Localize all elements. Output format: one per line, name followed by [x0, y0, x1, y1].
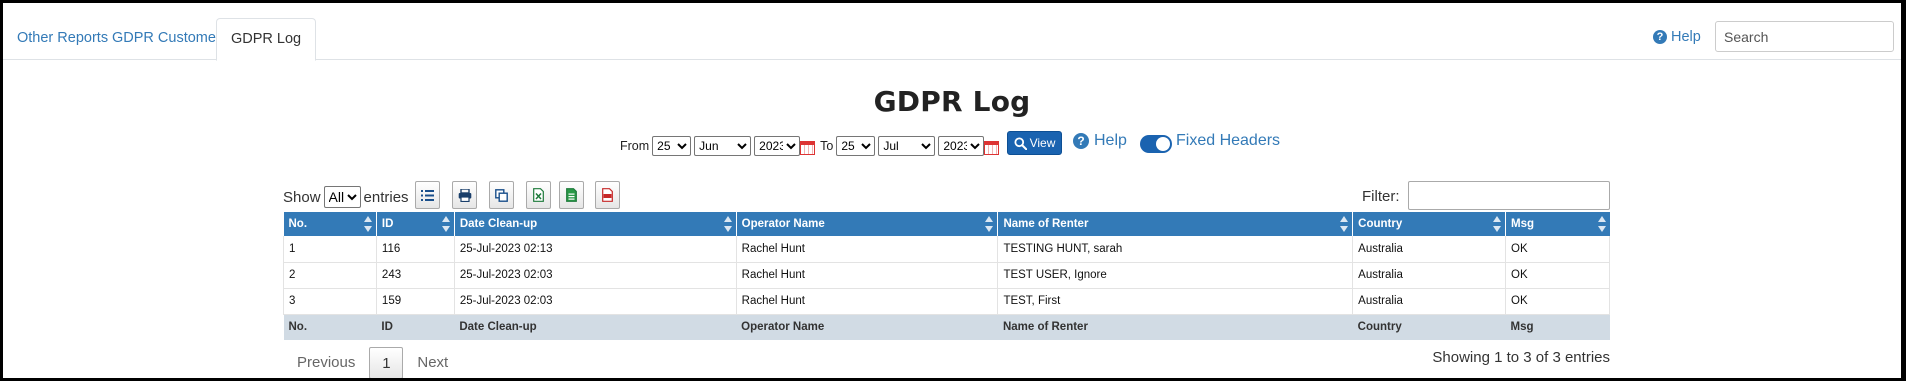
cell-country: Australia — [1352, 236, 1507, 263]
footer-id: ID — [376, 314, 455, 340]
from-year-select[interactable]: 2023 — [754, 136, 801, 156]
footer-no: No. — [283, 314, 377, 340]
cell-id: 116 — [376, 236, 455, 263]
entries-select[interactable]: All — [323, 186, 361, 208]
entries-info: Showing 1 to 3 of 3 entries — [1432, 349, 1610, 366]
from-calendar-icon[interactable] — [800, 141, 816, 155]
cell-no: 3 — [283, 288, 377, 315]
sort-icon — [723, 216, 732, 232]
table-row: 1 116 25-Jul-2023 02:13 Rachel Hunt TEST… — [283, 236, 1610, 263]
col-header-country[interactable]: Country — [1352, 212, 1507, 236]
export-pdf-button[interactable] — [595, 181, 620, 209]
col-header-name-of-renter[interactable]: Name of Renter — [997, 212, 1354, 236]
cell-name-of-renter: TEST USER, Ignore — [997, 262, 1354, 289]
col-header-msg[interactable]: Msg — [1505, 212, 1610, 236]
tab-gdpr-log[interactable]: GDPR Log — [216, 18, 317, 61]
table-row: 3 159 25-Jul-2023 02:03 Rachel Hunt TEST… — [283, 288, 1610, 315]
show-entries: Show All entries — [283, 183, 409, 211]
entries-label: entries — [363, 188, 409, 206]
previous-page-button[interactable]: Previous — [283, 347, 369, 378]
print-button[interactable] — [452, 181, 477, 209]
footer-operator-name: Operator Name — [736, 314, 998, 340]
filter-input[interactable] — [1408, 181, 1610, 210]
page-title: GDPR Log — [873, 85, 1031, 118]
filter-label: Filter: — [1362, 188, 1400, 205]
column-visibility-button[interactable] — [415, 181, 440, 209]
to-label: To — [820, 139, 834, 153]
view-button[interactable]: View — [1007, 131, 1062, 155]
cell-no: 1 — [283, 236, 377, 263]
col-header-operator-name[interactable]: Operator Name — [736, 212, 999, 236]
help-icon: ? — [1073, 133, 1089, 149]
cell-name-of-renter: TESTING HUNT, sarah — [997, 236, 1354, 263]
toggle-knob — [1156, 137, 1170, 151]
help-link-report[interactable]: ? Help — [1073, 132, 1127, 150]
footer-date-clean-up: Date Clean-up — [454, 314, 737, 340]
col-header-date-clean-up[interactable]: Date Clean-up — [454, 212, 737, 236]
help-icon: ? — [1653, 30, 1667, 44]
table-footer-row: No. ID Date Clean-up Operator Name Name … — [283, 314, 1610, 340]
help-label: Help — [1671, 29, 1701, 45]
cell-name-of-renter: TEST, First — [997, 288, 1354, 315]
cell-date-clean-up: 25-Jul-2023 02:03 — [454, 288, 737, 315]
fixed-headers-toggle[interactable] — [1140, 135, 1172, 153]
cell-date-clean-up: 25-Jul-2023 02:03 — [454, 262, 737, 289]
printer-icon — [458, 188, 471, 202]
table-row: 2 243 25-Jul-2023 02:03 Rachel Hunt TEST… — [283, 262, 1610, 289]
cell-id: 159 — [376, 288, 455, 315]
copy-button[interactable] — [489, 181, 514, 209]
from-month-select[interactable]: Jun — [694, 136, 752, 156]
cell-operator-name: Rachel Hunt — [736, 262, 999, 289]
next-page-button[interactable]: Next — [403, 347, 462, 378]
help-link[interactable]: ? Help — [1653, 29, 1701, 45]
cell-msg: OK — [1505, 262, 1610, 289]
gdpr-log-table: No. ID Date Clean-up Operator Name Name … — [283, 212, 1610, 340]
from-label: From — [620, 139, 650, 153]
sort-icon — [441, 216, 450, 232]
sort-icon — [1597, 216, 1606, 232]
to-calendar-icon[interactable] — [984, 141, 1000, 155]
footer-country: Country — [1352, 314, 1506, 340]
export-csv-button[interactable] — [559, 181, 584, 209]
col-header-id[interactable]: ID — [376, 212, 455, 236]
pagination: Previous 1 Next — [283, 347, 462, 378]
pdf-file-icon — [602, 188, 613, 202]
help-label: Help — [1094, 132, 1127, 149]
cell-operator-name: Rachel Hunt — [736, 236, 999, 263]
sort-icon — [363, 216, 372, 232]
cell-msg: OK — [1505, 288, 1610, 315]
show-label: Show — [283, 188, 321, 206]
sort-icon — [985, 216, 994, 232]
app-frame: Other Reports GDPR Customers GDPR Log ? … — [3, 3, 1901, 378]
search-input[interactable] — [1715, 21, 1894, 52]
excel-file-icon — [533, 188, 544, 202]
date-filter: From 25 Jun 2023 To 25 Jul 2023 — [620, 134, 1004, 158]
list-icon — [421, 189, 434, 201]
footer-name-of-renter: Name of Renter — [997, 314, 1353, 340]
cell-country: Australia — [1352, 262, 1507, 289]
from-day-select[interactable]: 25 — [652, 136, 692, 156]
page-1-button[interactable]: 1 — [369, 347, 404, 378]
cell-date-clean-up: 25-Jul-2023 02:13 — [454, 236, 737, 263]
cell-country: Australia — [1352, 288, 1507, 315]
cell-msg: OK — [1505, 236, 1610, 263]
col-header-no[interactable]: No. — [283, 212, 377, 236]
sort-icon — [1493, 216, 1502, 232]
tab-bar: Other Reports GDPR Customers GDPR Log ? … — [3, 3, 1901, 61]
to-day-select[interactable]: 25 — [836, 136, 876, 156]
copy-icon — [495, 188, 508, 202]
search-icon — [1014, 136, 1027, 150]
view-label: View — [1029, 136, 1056, 150]
footer-msg: Msg — [1505, 314, 1610, 340]
csv-file-icon — [566, 188, 577, 202]
cell-no: 2 — [283, 262, 377, 289]
export-excel-button[interactable] — [526, 181, 551, 209]
sort-icon — [1340, 216, 1349, 232]
cell-operator-name: Rachel Hunt — [736, 288, 999, 315]
to-month-select[interactable]: Jul — [878, 136, 936, 156]
to-year-select[interactable]: 2023 — [938, 136, 985, 156]
fixed-headers-label: Fixed Headers — [1176, 132, 1281, 149]
cell-id: 243 — [376, 262, 455, 289]
table-header-row: No. ID Date Clean-up Operator Name Name … — [283, 212, 1610, 236]
